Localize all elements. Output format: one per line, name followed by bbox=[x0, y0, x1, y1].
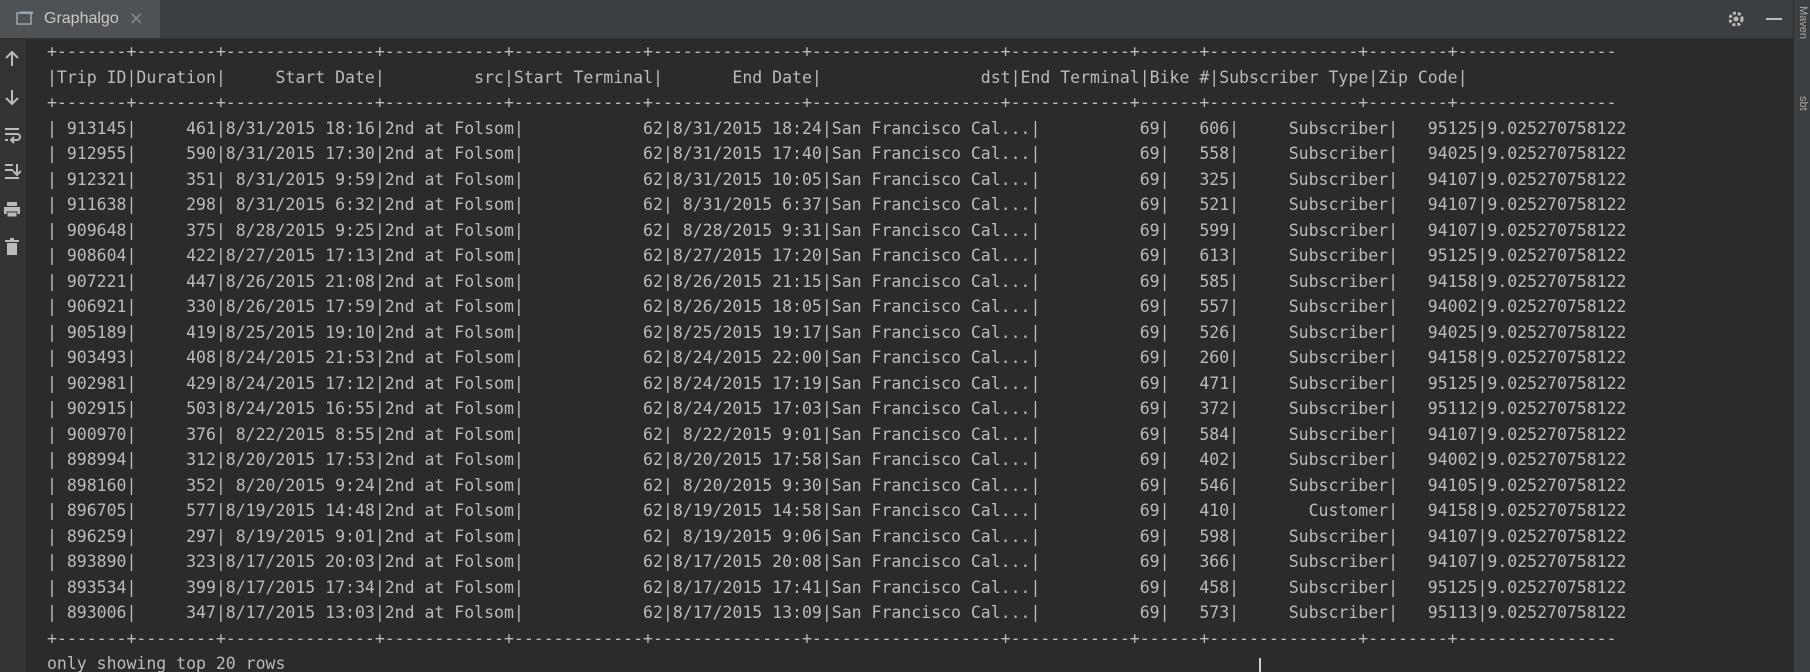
table-row: | 909648| 375| 8/28/2015 9:25|2nd at Fol… bbox=[47, 220, 1627, 240]
soft-wrap-icon[interactable] bbox=[0, 123, 24, 147]
table-row: | 898160| 352| 8/20/2015 9:24|2nd at Fol… bbox=[47, 475, 1627, 495]
gear-icon[interactable] bbox=[1726, 9, 1746, 29]
console-footer: only showing top 20 rows bbox=[47, 654, 286, 672]
maven-panel-tab[interactable]: Maven bbox=[1797, 6, 1809, 39]
print-icon[interactable] bbox=[0, 197, 24, 221]
minimize-icon[interactable] bbox=[1764, 9, 1784, 29]
tool-window-header: Graphalgo × bbox=[0, 0, 1794, 39]
table-separator: +-------+--------+---------------+------… bbox=[47, 628, 1617, 648]
table-separator: +-------+--------+---------------+------… bbox=[47, 93, 1617, 112]
table-row: | 893534| 399|8/17/2015 17:34|2nd at Fol… bbox=[47, 577, 1627, 597]
table-row: | 902981| 429|8/24/2015 17:12|2nd at Fol… bbox=[47, 373, 1627, 393]
console-window-icon bbox=[16, 11, 34, 27]
table-row: | 912955| 590|8/31/2015 17:30|2nd at Fol… bbox=[47, 144, 1627, 163]
console-text: +-------+--------+---------------+------… bbox=[47, 39, 1626, 672]
table-row: | 893006| 347|8/17/2015 13:03|2nd at Fol… bbox=[47, 603, 1627, 622]
sbt-panel-tab[interactable]: sbt bbox=[1797, 96, 1809, 111]
table-row: | 908604| 422|8/27/2015 17:13|2nd at Fol… bbox=[47, 246, 1627, 265]
table-row: | 907221| 447|8/26/2015 21:08|2nd at Fol… bbox=[47, 271, 1627, 291]
right-tool-strip: Maven sbt bbox=[1793, 0, 1810, 672]
table-row: | 898994| 312|8/20/2015 17:53|2nd at Fol… bbox=[47, 450, 1627, 469]
tab-graphalgo[interactable]: Graphalgo × bbox=[0, 0, 160, 38]
table-row: | 902915| 503|8/24/2015 16:55|2nd at Fol… bbox=[47, 399, 1627, 418]
table-row: | 906921| 330|8/26/2015 17:59|2nd at Fol… bbox=[47, 297, 1627, 316]
table-row: | 903493| 408|8/24/2015 21:53|2nd at Fol… bbox=[47, 348, 1627, 367]
trash-icon[interactable] bbox=[0, 235, 24, 259]
tab-title: Graphalgo bbox=[44, 10, 119, 27]
scroll-to-end-icon[interactable] bbox=[0, 159, 24, 183]
table-row: | 893890| 323|8/17/2015 20:03|2nd at Fol… bbox=[47, 552, 1627, 571]
console-toolbar bbox=[0, 39, 27, 672]
table-row: | 896259| 297| 8/19/2015 9:01|2nd at Fol… bbox=[47, 526, 1627, 546]
table-header: |Trip ID|Duration| Start Date| src|Start… bbox=[47, 67, 1468, 87]
table-row: | 912321| 351| 8/31/2015 9:59|2nd at Fol… bbox=[47, 169, 1627, 189]
table-row: | 900970| 376| 8/22/2015 8:55|2nd at Fol… bbox=[47, 424, 1627, 444]
table-row: | 905189| 419|8/25/2015 19:10|2nd at Fol… bbox=[47, 322, 1627, 342]
table-separator: +-------+--------+---------------+------… bbox=[47, 42, 1617, 61]
table-row: | 896705| 577|8/19/2015 14:48|2nd at Fol… bbox=[47, 501, 1627, 520]
text-caret bbox=[1259, 658, 1261, 672]
arrow-up-icon[interactable] bbox=[0, 47, 24, 71]
close-icon[interactable]: × bbox=[129, 10, 144, 28]
table-row: | 913145| 461|8/31/2015 18:16|2nd at Fol… bbox=[47, 118, 1627, 138]
arrow-down-icon[interactable] bbox=[0, 85, 24, 109]
console-output[interactable]: +-------+--------+---------------+------… bbox=[27, 39, 1794, 672]
table-row: | 911638| 298| 8/31/2015 6:32|2nd at Fol… bbox=[47, 195, 1627, 214]
